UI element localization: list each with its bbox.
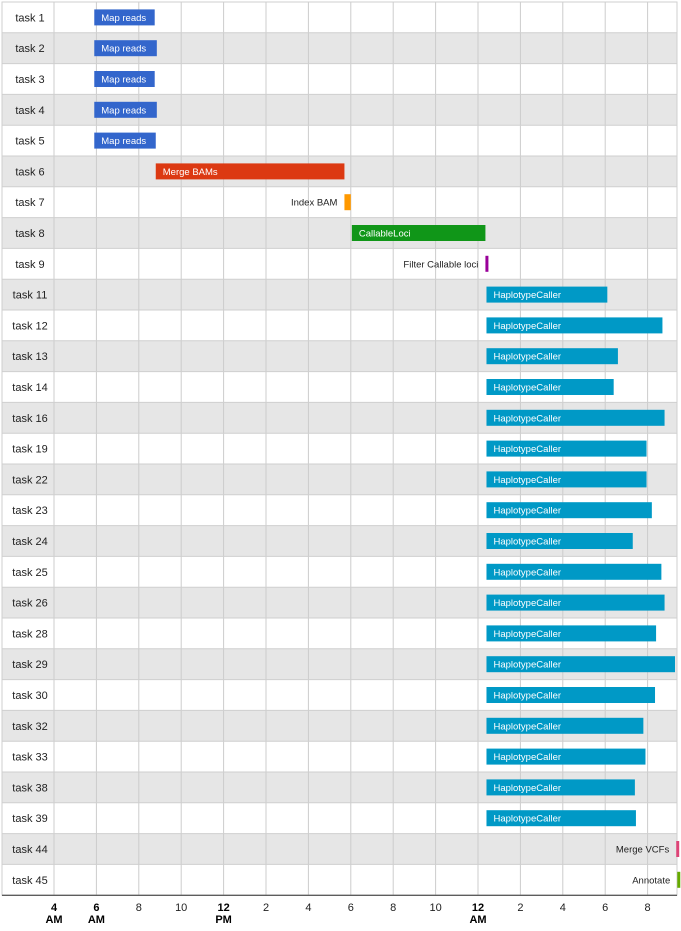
x-axis-ticks: 4AM6AM8 10 12PM2 4 6 8 10 12AM2 4 6 8 — [45, 902, 650, 926]
bar-label: Map reads — [101, 13, 146, 24]
x-tick-sublabel: AM — [88, 914, 105, 926]
bar-label: Map reads — [101, 136, 146, 147]
bar-label: HaplotypeCaller — [493, 506, 561, 517]
x-tick-label: 12 — [472, 902, 484, 914]
bar-label: Map reads — [101, 44, 146, 55]
row-label: task 32 — [12, 721, 47, 733]
row-label: task 33 — [12, 752, 47, 764]
timeline-svg: task 1 Map reads task 2 Map reads task 3 Map … — [1, 1, 681, 926]
row-label: task 7 — [15, 197, 44, 209]
bar-label: HaplotypeCaller — [493, 721, 561, 732]
bar-label: HaplotypeCaller — [493, 691, 561, 702]
bar-label: HaplotypeCaller — [493, 290, 561, 301]
row-label: task 8 — [15, 228, 44, 240]
row-label: task 22 — [12, 474, 47, 486]
timeline-chart: task 1 Map reads task 2 Map reads task 3 Map … — [0, 0, 681, 926]
x-tick-label: 8 — [136, 902, 142, 914]
bar — [344, 194, 351, 211]
bar-label: Map reads — [101, 75, 146, 86]
row-label: task 1 — [15, 12, 44, 24]
row-label: task 39 — [12, 813, 47, 825]
x-tick-label: 4 — [305, 902, 311, 914]
x-tick-label: 2 — [517, 902, 523, 914]
bar-label: HaplotypeCaller — [493, 321, 561, 332]
bar — [676, 841, 680, 857]
row-label: task 23 — [12, 505, 47, 517]
x-tick-label: 10 — [429, 902, 441, 914]
row-label: task 3 — [15, 74, 44, 86]
row-background — [2, 186, 677, 218]
x-tick-label: 12 — [217, 902, 229, 914]
row-label: task 6 — [15, 166, 44, 178]
row-background — [2, 864, 677, 896]
row-label: task 14 — [12, 382, 47, 394]
row-label: task 24 — [12, 536, 47, 548]
x-tick-sublabel: PM — [215, 914, 232, 926]
x-tick-label: 2 — [263, 902, 269, 914]
bar-label: HaplotypeCaller — [493, 660, 561, 671]
bar-label: Map reads — [101, 105, 146, 116]
row-label: task 38 — [12, 782, 47, 794]
row-label: task 12 — [12, 320, 47, 332]
x-tick-label: 8 — [645, 902, 651, 914]
bar-label: CallableLoci — [359, 229, 411, 240]
x-tick-label: 6 — [93, 902, 99, 914]
row-label: task 25 — [12, 567, 47, 579]
row-label: task 28 — [12, 628, 47, 640]
x-tick-label: 4 — [560, 902, 566, 914]
bar-label: HaplotypeCaller — [493, 383, 561, 394]
row-background — [2, 217, 677, 249]
row-label: task 5 — [15, 136, 44, 148]
bar-label: Annotate — [632, 875, 670, 886]
bar-label: HaplotypeCaller — [493, 352, 561, 363]
bar-label: Filter Callable loci — [403, 259, 478, 270]
x-tick-label: 10 — [175, 902, 187, 914]
row-label: task 19 — [12, 444, 47, 456]
bar-label: HaplotypeCaller — [493, 783, 561, 794]
row-label: task 4 — [15, 105, 44, 117]
bar-label: HaplotypeCaller — [493, 413, 561, 424]
bar-label: HaplotypeCaller — [493, 814, 561, 825]
row-label: task 29 — [12, 659, 47, 671]
row-background — [2, 833, 677, 865]
row-label: task 26 — [12, 598, 47, 610]
bar-label: HaplotypeCaller — [493, 629, 561, 640]
row-label: task 44 — [12, 844, 47, 856]
bar-label: Index BAM — [291, 198, 338, 209]
x-tick-label: 8 — [390, 902, 396, 914]
row-label: task 13 — [12, 351, 47, 363]
bar — [485, 255, 489, 272]
bar-label: Merge BAMs — [163, 167, 218, 178]
row-background — [2, 248, 677, 280]
bar-label: HaplotypeCaller — [493, 598, 561, 609]
x-tick-label: 4 — [51, 902, 58, 914]
bar-label: Merge VCFs — [616, 845, 670, 856]
x-tick-label: 6 — [602, 902, 608, 914]
row-label: task 45 — [12, 875, 47, 887]
row-label: task 30 — [12, 690, 47, 702]
row-label: task 16 — [12, 413, 47, 425]
bar-label: HaplotypeCaller — [493, 752, 561, 763]
x-tick-label: 6 — [348, 902, 354, 914]
x-tick-sublabel: AM — [469, 914, 486, 926]
bar — [677, 871, 681, 888]
row-label: task 2 — [15, 43, 44, 55]
bar-label: HaplotypeCaller — [493, 537, 561, 548]
x-tick-sublabel: AM — [45, 914, 62, 926]
bar-label: HaplotypeCaller — [493, 475, 561, 486]
bar-label: HaplotypeCaller — [493, 444, 561, 455]
bar-label: HaplotypeCaller — [493, 567, 561, 578]
row-label: task 11 — [13, 290, 48, 302]
row-label: task 9 — [15, 259, 44, 271]
